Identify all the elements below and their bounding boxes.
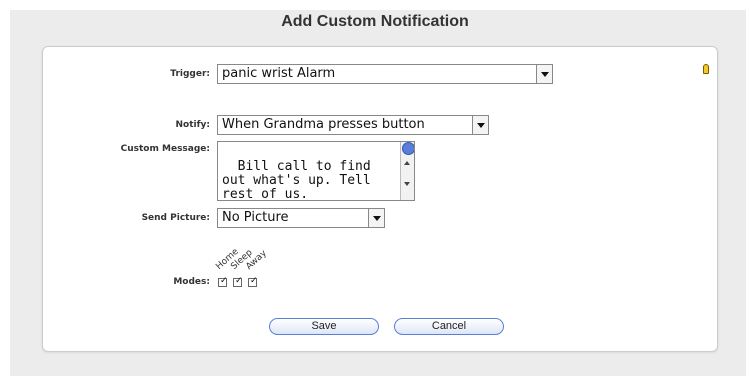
scroll-down-icon[interactable]: [404, 182, 410, 186]
custom-message-text: Bill call to find out what's up. Tell re…: [222, 159, 371, 201]
scroll-thumb[interactable]: [402, 142, 414, 155]
mode-away-checkbox[interactable]: ✓: [248, 276, 258, 287]
cancel-button[interactable]: Cancel: [394, 318, 504, 335]
trigger-select[interactable]: panic wrist Alarm: [217, 64, 553, 84]
send-picture-value: No Picture: [222, 210, 289, 225]
send-picture-label: Send Picture:: [141, 213, 210, 223]
send-picture-select[interactable]: No Picture: [217, 208, 385, 228]
custom-message-textarea[interactable]: Bill call to find out what's up. Tell re…: [217, 141, 415, 201]
lightbulb-help-icon[interactable]: [703, 64, 709, 74]
dialog-title: Add Custom Notification: [281, 13, 469, 30]
textarea-scrollbar[interactable]: [400, 142, 414, 200]
modes-label: Modes:: [173, 277, 210, 287]
mode-home-checkbox[interactable]: ✓: [218, 276, 228, 287]
notify-value: When Grandma presses button: [222, 117, 425, 132]
chevron-down-icon: [368, 209, 384, 227]
notify-label: Notify:: [175, 120, 210, 130]
checkmark-icon: ✓: [235, 276, 243, 286]
notify-select[interactable]: When Grandma presses button: [217, 115, 489, 135]
checkmark-icon: ✓: [220, 276, 228, 286]
chevron-down-icon: [536, 65, 552, 83]
mode-sleep-checkbox[interactable]: ✓: [233, 276, 243, 287]
scroll-up-icon[interactable]: [404, 161, 410, 165]
checkmark-icon: ✓: [250, 276, 258, 286]
save-button[interactable]: Save: [269, 318, 379, 335]
custom-message-label: Custom Message:: [120, 144, 210, 154]
trigger-value: panic wrist Alarm: [222, 66, 336, 81]
chevron-down-icon: [472, 116, 488, 134]
trigger-label: Trigger:: [170, 69, 210, 79]
